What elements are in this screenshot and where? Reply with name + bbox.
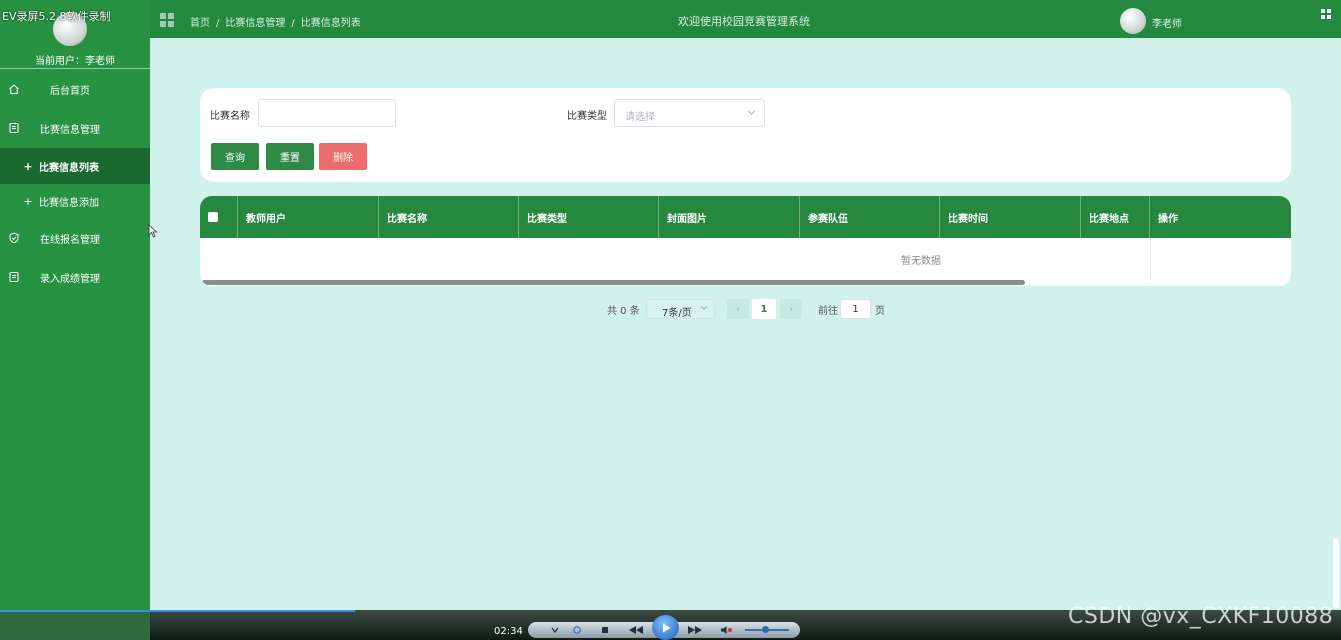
watermark: CSDN @vx_CXKF10088 xyxy=(1068,604,1334,629)
empty-state: 暂无数据 xyxy=(200,238,1150,280)
vertical-scrollbar[interactable] xyxy=(1333,538,1339,608)
sidebar-item-competition-add[interactable]: + 比赛信息添加 xyxy=(0,183,150,219)
column-header-actions: 操作 xyxy=(1158,213,1178,225)
fullscreen-icon[interactable] xyxy=(1321,9,1331,19)
volume-slider-knob[interactable] xyxy=(762,626,769,633)
volume-icon[interactable] xyxy=(718,622,736,638)
column-header[interactable]: 比赛时间 xyxy=(940,196,1081,238)
sidebar-item-registration[interactable]: 在线报名管理 xyxy=(0,220,150,256)
page-suffix: 页 xyxy=(875,305,885,317)
next-page-button[interactable]: › xyxy=(780,299,802,319)
delete-button[interactable]: 删除 xyxy=(319,143,367,170)
stop-icon[interactable] xyxy=(598,622,612,638)
pagination-total: 共 0 条 xyxy=(607,305,640,317)
loop-icon[interactable] xyxy=(548,622,562,638)
plus-icon: + xyxy=(23,194,33,208)
breadcrumb-item-management[interactable]: 比赛信息管理 xyxy=(225,18,285,29)
column-header[interactable]: 封面图片 xyxy=(659,196,800,238)
competition-type-select[interactable]: 请选择 xyxy=(614,99,765,127)
page-size-value: 7条/页 xyxy=(662,308,692,319)
select-all-checkbox[interactable] xyxy=(208,212,218,222)
table-header: 教师用户 比赛名称 比赛类型 封面图片 参赛队伍 比赛时间 比赛地点 操作 xyxy=(200,196,1291,238)
column-header[interactable]: 比赛名称 xyxy=(379,196,519,238)
mouse-cursor-icon xyxy=(148,224,158,241)
playback-time: 02:34 xyxy=(494,626,523,637)
breadcrumb-separator: / xyxy=(291,18,295,29)
playback-progress[interactable] xyxy=(0,610,355,612)
sidebar-item-label: 后台首页 xyxy=(50,85,90,97)
column-header[interactable]: 比赛类型 xyxy=(519,196,659,238)
sidebar: 当前用户：李老师 后台首页 比赛信息管理 + 比赛信息列表 + 比赛信息添加 在… xyxy=(0,0,150,610)
play-button[interactable] xyxy=(652,615,679,640)
avatar[interactable] xyxy=(1120,8,1146,34)
reset-button[interactable]: 重置 xyxy=(266,143,314,170)
column-header[interactable]: 参赛队伍 xyxy=(800,196,940,238)
type-label: 比赛类型 xyxy=(567,111,607,122)
data-table: 教师用户 比赛名称 比赛类型 封面图片 参赛队伍 比赛时间 比赛地点 操作 暂无… xyxy=(200,196,1291,286)
rewind-icon[interactable] xyxy=(625,622,647,638)
chevron-down-icon xyxy=(747,108,756,120)
breadcrumb-separator: / xyxy=(216,18,220,29)
prev-page-button[interactable]: ‹ xyxy=(727,299,749,319)
horizontal-scrollbar[interactable] xyxy=(202,280,1025,285)
breadcrumb-item-list: 比赛信息列表 xyxy=(300,18,361,29)
goto-label: 前往 xyxy=(818,305,838,317)
header: 首页 / 比赛信息管理 / 比赛信息列表 欢迎使用校园竞赛管理系统 李老师 xyxy=(150,0,1341,38)
sidebar-item-label: 比赛信息管理 xyxy=(40,124,100,136)
column-header[interactable]: 比赛地点 xyxy=(1081,196,1150,238)
sidebar-item-scores[interactable]: 录入成绩管理 xyxy=(0,259,150,295)
menu-grid-icon[interactable] xyxy=(160,13,174,27)
breadcrumb-item-home[interactable]: 首页 xyxy=(190,18,210,29)
recorder-title: EV录屏5.2.8软件录制 xyxy=(2,10,111,23)
search-panel: 比赛名称 比赛类型 请选择 查询 重置 删除 xyxy=(200,88,1291,182)
goto-page-input[interactable]: 1 xyxy=(840,299,871,319)
select-placeholder: 请选择 xyxy=(625,112,655,123)
query-button[interactable]: 查询 xyxy=(211,143,259,170)
select-all-cell xyxy=(200,196,238,238)
header-username[interactable]: 李老师 xyxy=(1152,15,1182,30)
current-user-label: 当前用户：李老师 xyxy=(35,56,115,67)
sidebar-item-label: 比赛信息列表 xyxy=(39,162,99,174)
sidebar-item-label: 比赛信息添加 xyxy=(39,197,99,209)
sidebar-item-label: 录入成绩管理 xyxy=(40,273,100,285)
refresh-icon[interactable] xyxy=(570,622,584,638)
page-number-current[interactable]: 1 xyxy=(752,299,776,319)
system-title: 欢迎使用校园竞赛管理系统 xyxy=(678,15,810,28)
sidebar-divider xyxy=(0,68,150,69)
sidebar-item-home[interactable]: 后台首页 xyxy=(0,71,150,107)
plus-icon: + xyxy=(23,159,33,173)
fast-forward-icon[interactable] xyxy=(684,622,706,638)
sidebar-item-competition-management[interactable]: 比赛信息管理 xyxy=(0,110,150,146)
sidebar-item-label: 在线报名管理 xyxy=(40,234,100,246)
name-label: 比赛名称 xyxy=(210,111,250,122)
page-size-select[interactable]: 7条/页 xyxy=(646,299,715,319)
chevron-down-icon xyxy=(700,304,708,314)
competition-name-input[interactable] xyxy=(258,99,396,127)
empty-text: 暂无数据 xyxy=(901,255,941,267)
column-header[interactable]: 教师用户 xyxy=(238,196,379,238)
breadcrumb: 首页 / 比赛信息管理 / 比赛信息列表 xyxy=(190,14,361,29)
player-left-strip xyxy=(0,610,150,640)
sidebar-item-competition-list[interactable]: + 比赛信息列表 xyxy=(0,148,150,184)
fixed-column-divider xyxy=(1150,238,1151,282)
